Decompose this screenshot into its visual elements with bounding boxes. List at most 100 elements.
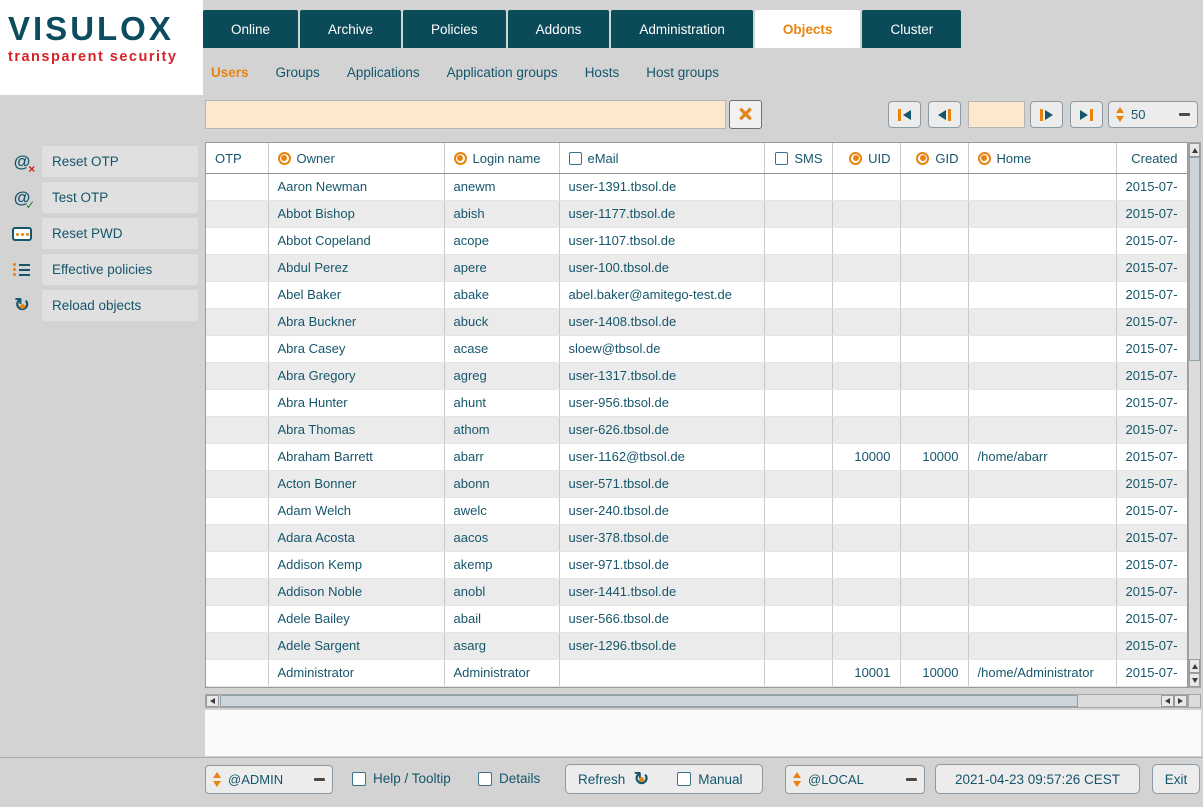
vertical-scroll-track[interactable] [1189,157,1200,659]
radio-icon[interactable] [916,152,929,165]
tab-addons[interactable]: Addons [508,10,610,48]
reload-objects-icon [12,296,32,316]
exit-button[interactable]: Exit [1152,764,1200,794]
subnav-hosts[interactable]: Hosts [585,65,620,80]
spinner-arrows-icon[interactable] [1116,107,1124,122]
column-label: OTP [215,151,242,166]
scroll-left-button[interactable] [206,695,219,707]
spinner-arrows-icon[interactable] [213,772,221,787]
cell-owner: Addison Kemp [268,552,444,579]
local-scope-spinner[interactable]: @LOCAL [785,765,925,794]
radio-icon[interactable] [454,152,467,165]
column-header-gid[interactable]: GID [900,143,968,174]
help-tooltip-toggle[interactable]: Help / Tooltip [352,771,451,786]
horizontal-scrollbar[interactable] [205,694,1188,708]
cell-created: 2015-07- [1116,417,1187,444]
subnav-users[interactable]: Users [211,65,249,80]
table-row[interactable]: Addison Noble anobl user-1441.tbsol.de 2… [206,579,1187,606]
page-number-field[interactable] [968,101,1025,128]
refresh-button[interactable]: Refresh [578,769,651,789]
horizontal-scroll-track[interactable] [219,695,1161,707]
next-page-button[interactable] [1030,101,1063,128]
table-row[interactable]: Abra Gregory agreg user-1317.tbsol.de 20… [206,363,1187,390]
subnav-host-groups[interactable]: Host groups [646,65,719,80]
radio-icon[interactable] [849,152,862,165]
timestamp-button[interactable]: 2021-04-23 09:57:26 CEST [935,764,1140,794]
scroll-down-button[interactable] [1189,673,1200,687]
radio-icon[interactable] [278,152,291,165]
horizontal-scroll-thumb[interactable] [220,695,1078,707]
table-row[interactable]: Acton Bonner abonn user-571.tbsol.de 201… [206,471,1187,498]
table-row[interactable]: Abraham Barrett abarr user-1162@tbsol.de… [206,444,1187,471]
details-toggle[interactable]: Details [478,771,540,786]
scroll-left-button-right[interactable] [1161,695,1174,707]
tab-objects[interactable]: Objects [755,10,861,48]
scroll-up-button-bottom[interactable] [1189,659,1200,673]
table-row[interactable]: Abra Buckner abuck user-1408.tbsol.de 20… [206,309,1187,336]
column-header-sms[interactable]: SMS [764,143,832,174]
clear-search-button[interactable] [729,100,762,129]
manual-checkbox[interactable] [677,772,691,786]
app-logo: VISULOX transparent security [0,0,203,95]
table-row[interactable]: Adam Welch awelc user-240.tbsol.de 2015-… [206,498,1187,525]
table-row[interactable]: Abel Baker abake abel.baker@amitego-test… [206,282,1187,309]
table-row[interactable]: Abbot Copeland acope user-1107.tbsol.de … [206,228,1187,255]
checkbox-icon[interactable] [775,152,788,165]
page-size-spinner[interactable]: 50 [1108,101,1198,128]
table-row[interactable]: Aaron Newman anewm user-1391.tbsol.de 20… [206,174,1187,201]
column-header-otp[interactable]: OTP [206,143,268,174]
cell-otp [206,282,268,309]
help-tooltip-label: Help / Tooltip [373,771,451,786]
sidebar-item-reload-objects[interactable]: Reload objects [0,290,201,321]
table-row[interactable]: Abra Casey acase sloew@tbsol.de 2015-07- [206,336,1187,363]
column-header-uid[interactable]: UID [832,143,900,174]
tab-online[interactable]: Online [203,10,298,48]
main-tabbar: Online Archive Policies Addons Administr… [203,10,963,48]
cell-gid [900,525,968,552]
table-row[interactable]: Abbot Bishop abish user-1177.tbsol.de 20… [206,201,1187,228]
vertical-scroll-thumb[interactable] [1189,157,1200,361]
table-row[interactable]: Abdul Perez apere user-100.tbsol.de 2015… [206,255,1187,282]
column-header-email[interactable]: eMail [559,143,764,174]
table-row[interactable]: Abra Hunter ahunt user-956.tbsol.de 2015… [206,390,1187,417]
table-row[interactable]: Adele Sargent asarg user-1296.tbsol.de 2… [206,633,1187,660]
subnav-applications[interactable]: Applications [347,65,420,80]
checkbox-icon[interactable] [569,152,582,165]
sidebar-item-test-otp[interactable]: Test OTP [0,182,201,213]
help-tooltip-checkbox[interactable] [352,772,366,786]
last-page-button[interactable] [1070,101,1103,128]
sidebar-item-reset-pwd[interactable]: Reset PWD [0,218,201,249]
subnav-groups[interactable]: Groups [276,65,320,80]
tab-cluster[interactable]: Cluster [862,10,961,48]
tab-administration[interactable]: Administration [611,10,753,48]
spinner-arrows-icon[interactable] [793,772,801,787]
scroll-up-button[interactable] [1189,143,1200,157]
table-row[interactable]: Adele Bailey abail user-566.tbsol.de 201… [206,606,1187,633]
table-row[interactable]: Adara Acosta aacos user-378.tbsol.de 201… [206,525,1187,552]
subnav-application-groups[interactable]: Application groups [447,65,558,80]
column-header-login[interactable]: Login name [444,143,559,174]
table-row[interactable]: Abra Thomas athom user-626.tbsol.de 2015… [206,417,1187,444]
sidebar-item-effective-policies[interactable]: Effective policies [0,254,201,285]
table-row[interactable]: Administrator Administrator 10001 10000 … [206,660,1187,687]
radio-icon[interactable] [978,152,991,165]
scroll-right-button[interactable] [1174,695,1187,707]
previous-page-button[interactable] [928,101,961,128]
first-page-button[interactable] [888,101,921,128]
manual-toggle[interactable]: Manual [677,772,742,787]
table-row[interactable]: Addison Kemp akemp user-971.tbsol.de 201… [206,552,1187,579]
search-input[interactable] [205,100,726,129]
details-checkbox[interactable] [478,772,492,786]
cell-otp [206,417,268,444]
column-header-owner[interactable]: Owner [268,143,444,174]
column-header-created[interactable]: Created [1116,143,1187,174]
column-header-home[interactable]: Home [968,143,1116,174]
vertical-scrollbar[interactable] [1188,142,1201,688]
admin-scope-spinner[interactable]: @ADMIN [205,765,333,794]
sidebar-item-label: Reload objects [42,290,198,321]
sidebar-item-reset-otp[interactable]: Reset OTP [0,146,201,177]
cell-uid [832,282,900,309]
tab-archive[interactable]: Archive [300,10,401,48]
tab-policies[interactable]: Policies [403,10,506,48]
clear-search-icon [738,103,752,127]
